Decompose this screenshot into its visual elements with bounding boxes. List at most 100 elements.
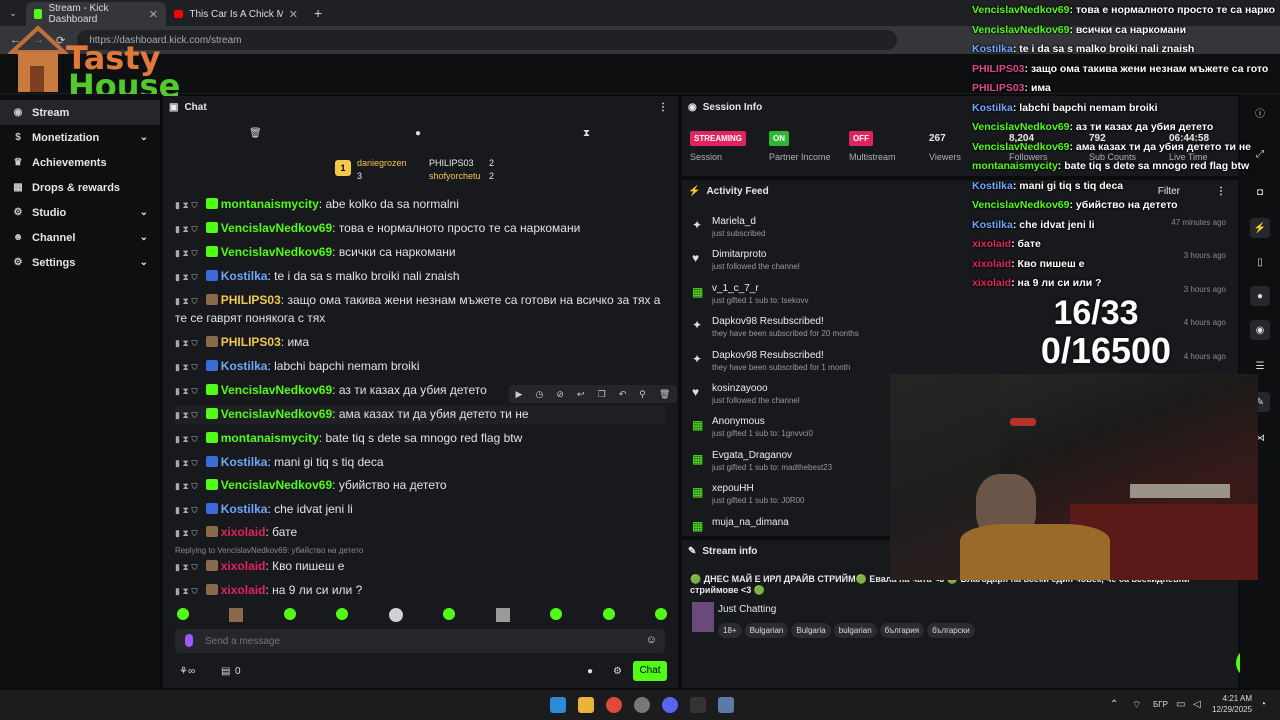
emote-icon[interactable]: [229, 608, 244, 622]
chat-message[interactable]: ▮ ⧗ ⛉ xixolaid: бате: [175, 524, 665, 542]
chat-username[interactable]: Kostilka: [221, 502, 268, 516]
chat-username[interactable]: VencislavNedkov69: [221, 383, 332, 397]
mod-actions-icon[interactable]: ▮ ⧗ ⛉: [175, 248, 198, 258]
leaderboard-user[interactable]: daniegrozen: [357, 158, 407, 168]
trash-icon[interactable]: 🗑: [249, 128, 262, 139]
clock-icon[interactable]: ◷: [535, 389, 543, 400]
mod-actions-icon[interactable]: ▮ ⧗ ⛉: [175, 410, 198, 420]
pin-icon[interactable]: ⚲: [639, 389, 646, 400]
mod-actions-icon[interactable]: ▮ ⧗ ⛉: [175, 224, 198, 234]
mod-actions-icon[interactable]: ▮ ⧗ ⛉: [175, 386, 198, 396]
mod-actions-icon[interactable]: ▮ ⧗ ⛉: [175, 505, 198, 515]
emoji-icon[interactable]: ☺: [646, 634, 657, 646]
mod-actions-icon[interactable]: ▮ ⧗ ⛉: [175, 296, 198, 306]
url-field[interactable]: https://dashboard.kick.com/stream: [77, 30, 898, 50]
tab-search-icon[interactable]: ⌄: [0, 8, 26, 19]
chevron-up-icon[interactable]: ⌃: [1110, 699, 1118, 710]
new-tab-button[interactable]: +: [314, 5, 322, 21]
emote-icon[interactable]: [602, 608, 615, 620]
chat-message[interactable]: ▮ ⧗ ⛉ Kostilka: che idvat jeni li: [175, 501, 665, 519]
chat-message-input[interactable]: [205, 632, 625, 650]
chat-username[interactable]: xixolaid: [221, 583, 266, 597]
notifications-icon[interactable]: ◔: [1260, 699, 1266, 710]
chat-username[interactable]: VencislavNedkov69: [221, 221, 332, 235]
mod-actions-icon[interactable]: ▮ ⧗ ⛉: [175, 362, 198, 372]
network-icon[interactable]: ▭: [1176, 699, 1185, 710]
mod-actions-icon[interactable]: ▮ ⧗ ⛉: [175, 481, 198, 491]
mod-actions-icon[interactable]: ▮ ⧗ ⛉: [175, 200, 198, 210]
mod-actions-icon[interactable]: ▮ ⧗ ⛉: [175, 562, 198, 572]
chat-username[interactable]: PHILIPS03: [221, 335, 281, 349]
chat-message[interactable]: ▮ ⧗ ⛉ PHILIPS03: има: [175, 334, 665, 352]
gear-icon[interactable]: ⚙: [613, 666, 622, 677]
hourglass-icon[interactable]: ⧗: [583, 128, 590, 139]
tab-youtube[interactable]: This Car Is A Chick Magnet😂 ✕: [166, 2, 306, 26]
clock-date[interactable]: 12/29/2025: [1212, 705, 1252, 714]
emote-icon[interactable]: [388, 608, 403, 622]
sidebar-item-achievements[interactable]: ♛ Achievements: [0, 150, 160, 175]
gift-icon[interactable]: ▤: [221, 666, 230, 677]
chat-message[interactable]: ▮ ⧗ ⛉ VencislavNedkov69: всички са нарком…: [175, 244, 665, 262]
broadcast-icon[interactable]: ◉: [1250, 320, 1270, 340]
sidebar-item-settings[interactable]: ⚙ Settings ⌄: [0, 250, 160, 275]
leaderboard-user[interactable]: PHILIPS03: [429, 158, 474, 168]
mod-actions-icon[interactable]: ▮ ⧗ ⛉: [175, 434, 198, 444]
mod-actions-icon[interactable]: ▮ ⧗ ⛉: [175, 272, 198, 282]
layers-icon[interactable]: ☰: [1250, 356, 1270, 376]
copy-icon[interactable]: ❐: [598, 389, 606, 400]
chat-username[interactable]: VencislavNedkov69: [221, 478, 332, 492]
sidebar-item-stream[interactable]: ◉ Stream: [0, 100, 160, 125]
chat-message[interactable]: ▮ ⧗ ⛉ VencislavNedkov69: ама казах ти да …: [175, 406, 665, 424]
sidebar-item-channel[interactable]: ☻ Channel ⌄: [0, 225, 160, 250]
chat-username[interactable]: xixolaid: [221, 559, 266, 573]
more-icon[interactable]: ⋮: [658, 102, 668, 113]
chat-username[interactable]: montanaismycity: [221, 197, 319, 211]
category-name[interactable]: Just Chatting: [718, 604, 776, 615]
leaderboard-user[interactable]: shofyorchetu: [429, 171, 481, 181]
emote-icon[interactable]: [336, 608, 349, 620]
mod-actions-icon[interactable]: ▮ ⧗ ⛉: [175, 458, 198, 468]
chat-message[interactable]: ▮ ⧗ ⛉ Kostilka: te i da sa s malko broiki…: [175, 268, 665, 286]
emote-icon[interactable]: [283, 608, 296, 620]
file-explorer-icon[interactable]: [578, 697, 594, 713]
chrome-icon[interactable]: [606, 697, 622, 713]
points-icon[interactable]: ⚘∞: [179, 666, 195, 677]
clock-time[interactable]: 4:21 AM: [1212, 694, 1252, 703]
wifi-icon[interactable]: ⌔: [1132, 699, 1141, 712]
send-chat-button[interactable]: Chat: [633, 661, 667, 681]
chat-message[interactable]: ▮ ⧗ ⛉ Kostilka: mani gi tiq s tiq deca: [175, 454, 665, 472]
chat-bubble-icon[interactable]: ●: [415, 128, 421, 139]
mod-actions-icon[interactable]: ▮ ⧗ ⛉: [175, 586, 198, 596]
sidebar-item-drops[interactable]: ▦ Drops & rewards: [0, 175, 160, 200]
emote-icon[interactable]: [550, 608, 563, 620]
play-icon[interactable]: ▶: [516, 389, 523, 400]
chat-message[interactable]: ▮ ⧗ ⛉ xixolaid: Кво пишеш е: [175, 558, 665, 576]
sidebar-item-studio[interactable]: ⚙ Studio ⌄: [0, 200, 160, 225]
discord-icon[interactable]: [662, 697, 678, 713]
close-icon[interactable]: ✕: [289, 8, 298, 21]
emote-icon[interactable]: [495, 608, 510, 622]
obs-icon[interactable]: [634, 697, 650, 713]
emote-icon[interactable]: [177, 608, 189, 620]
settings-icon[interactable]: [718, 697, 734, 713]
chat-username[interactable]: Kostilka: [221, 359, 268, 373]
chat-message[interactable]: ▮ ⧗ ⛉ montanaismycity: bate tiq s dete sa…: [175, 430, 665, 448]
chat-username[interactable]: VencislavNedkov69: [221, 245, 332, 259]
mod-actions-icon[interactable]: ▮ ⧗ ⛉: [175, 528, 198, 538]
emote-icon[interactable]: [443, 608, 456, 620]
reply-icon[interactable]: ↩: [577, 389, 585, 400]
chat-username[interactable]: xixolaid: [221, 525, 266, 539]
volume-icon[interactable]: ◁: [1193, 699, 1201, 710]
chat-username[interactable]: PHILIPS03: [221, 293, 281, 307]
chat-username[interactable]: Kostilka: [221, 269, 268, 283]
mod-actions-icon[interactable]: ▮ ⧗ ⛉: [175, 338, 198, 348]
chat-message[interactable]: ▮ ⧗ ⛉ VencislavNedkov69: това е нормалнот…: [175, 220, 665, 238]
hide-icon[interactable]: ⊘: [556, 389, 564, 400]
chat-message[interactable]: ▮ ⧗ ⛉ xixolaid: на 9 ли си или ?: [175, 582, 665, 600]
windows-start-icon[interactable]: [550, 697, 566, 713]
terminal-icon[interactable]: [690, 697, 706, 713]
chat-username[interactable]: VencislavNedkov69: [221, 407, 332, 421]
undo-icon[interactable]: ↶: [619, 389, 627, 400]
sidebar-item-monetization[interactable]: $ Monetization ⌄: [0, 125, 160, 150]
delete-icon[interactable]: 🗑: [659, 389, 670, 400]
